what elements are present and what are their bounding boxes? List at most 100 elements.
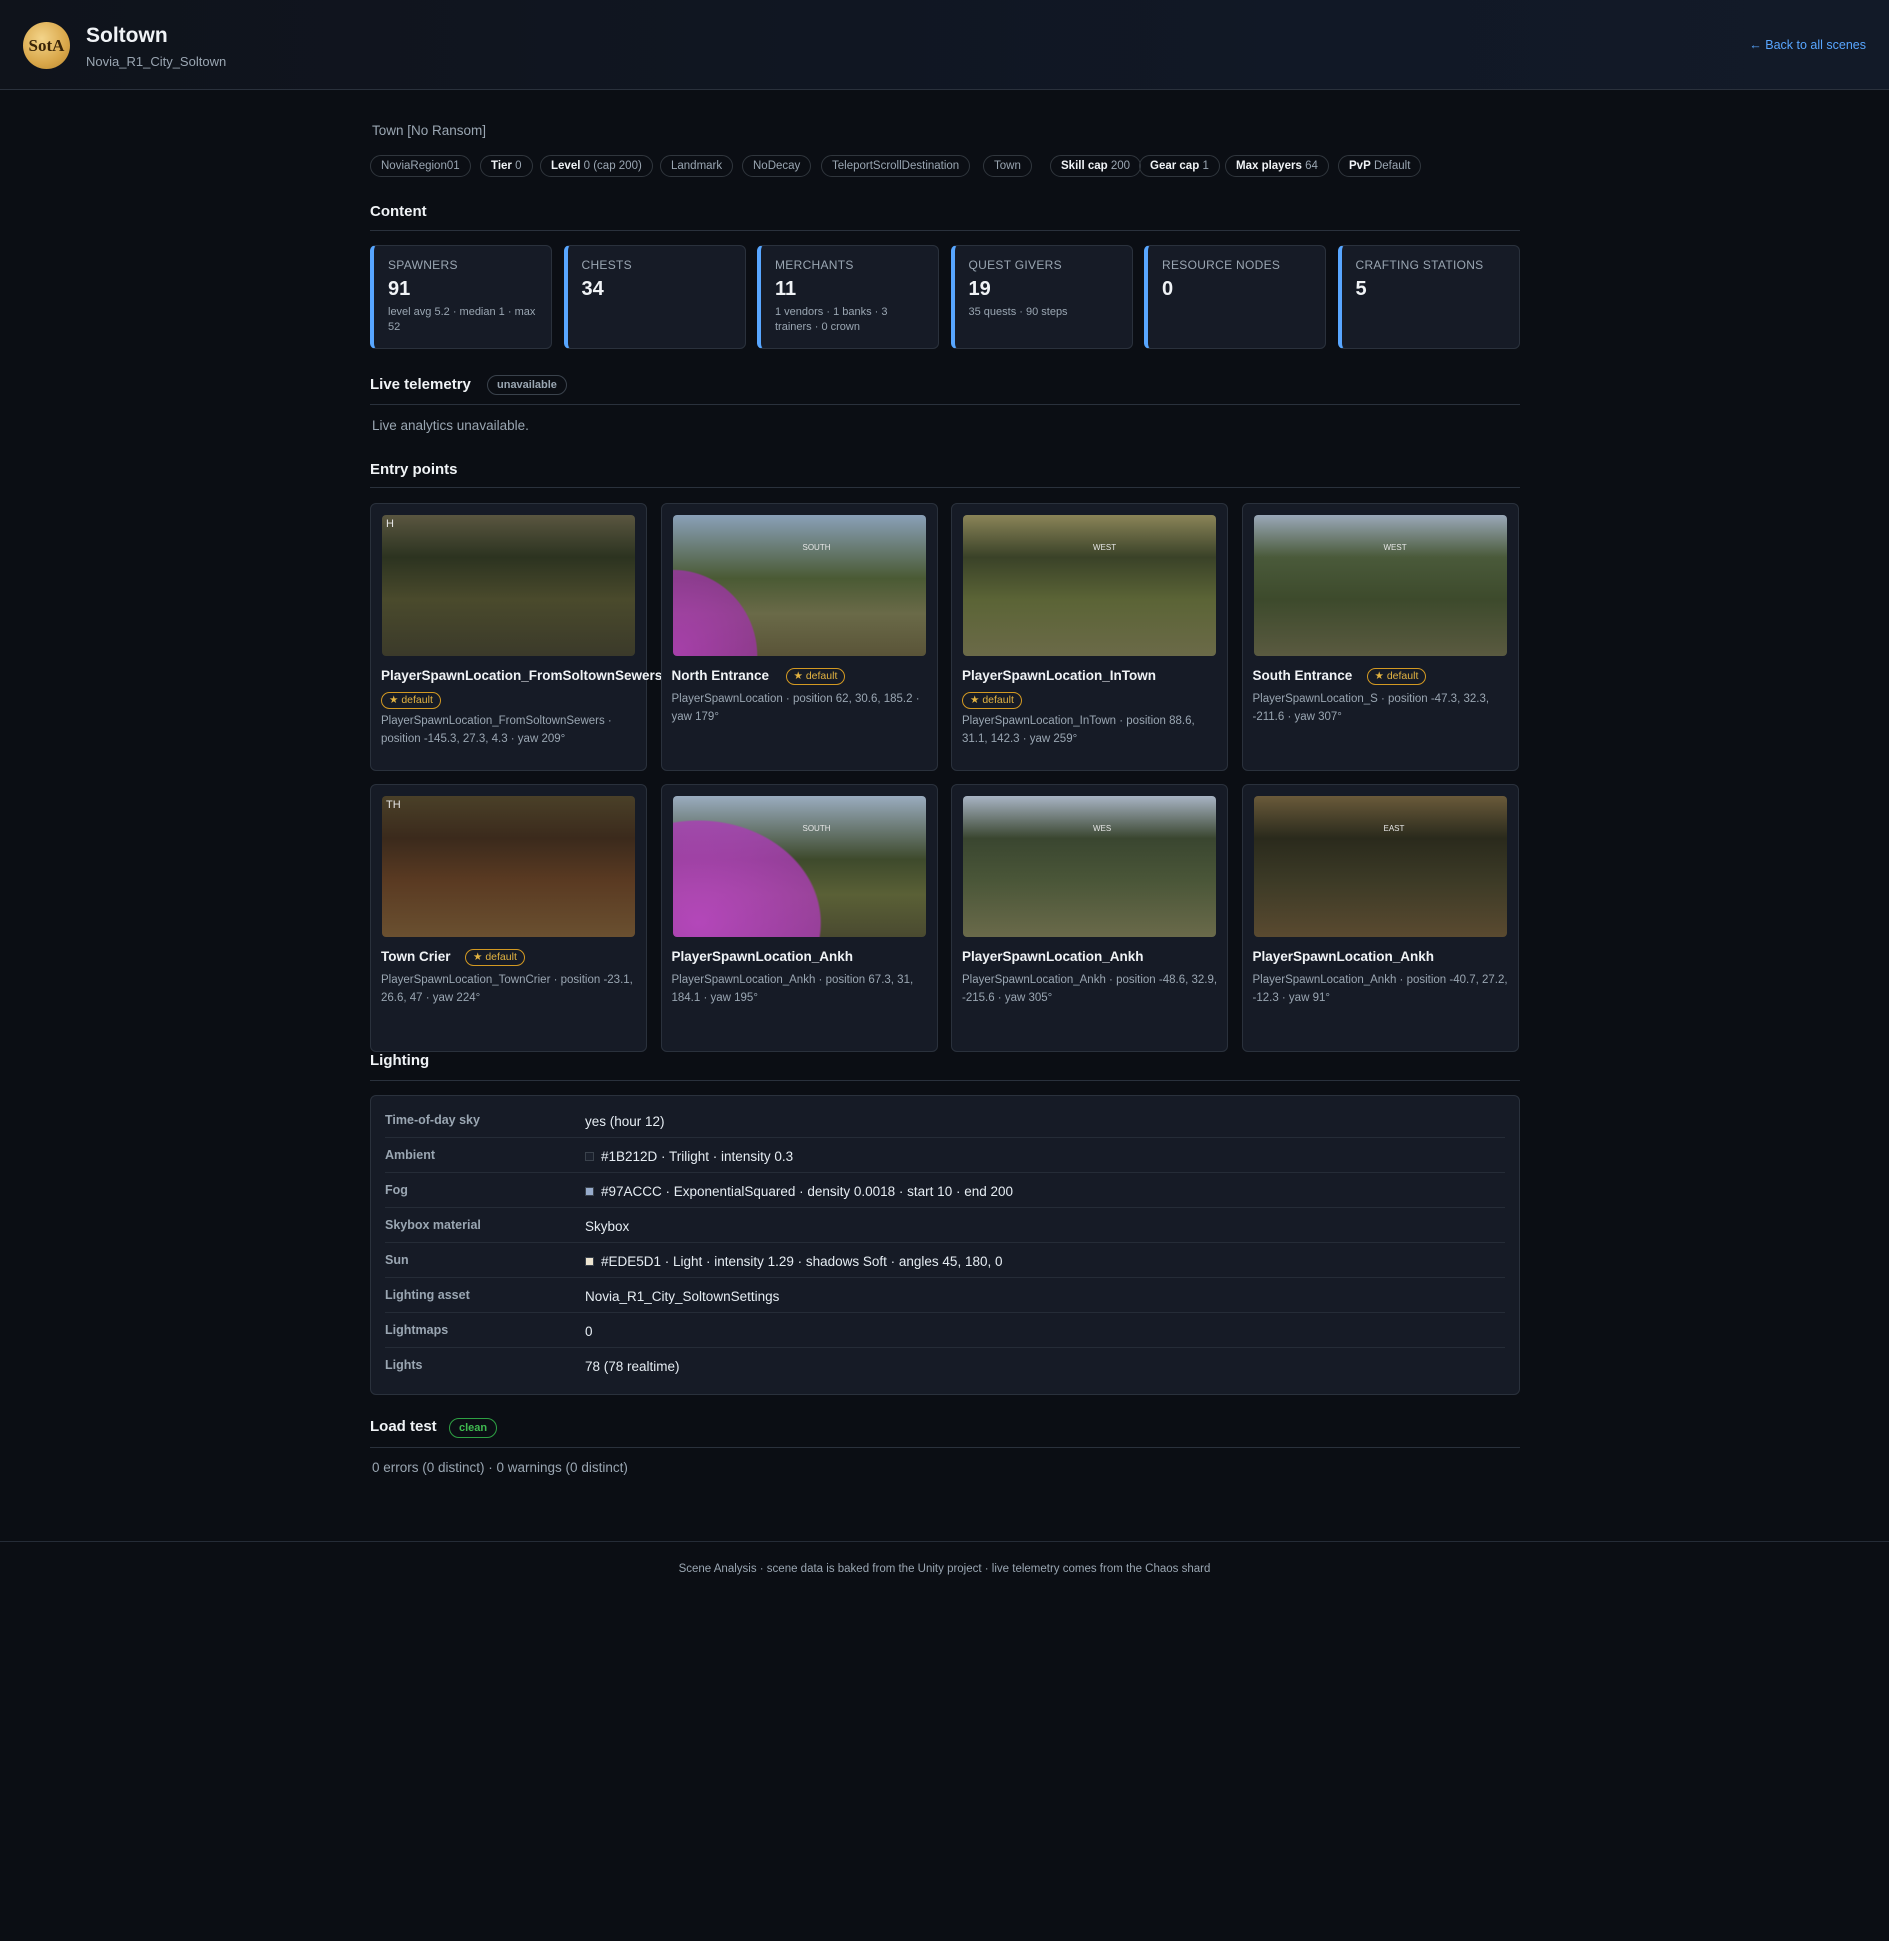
lighting-heading: Lighting <box>370 1052 430 1069</box>
lighting-key: Sun <box>385 1253 409 1267</box>
thumbnail-compass-text: WEST <box>1383 543 1407 552</box>
scene-tag: Max players 64 <box>1225 155 1329 177</box>
entry-point-thumbnail: EAST <box>1253 796 1507 937</box>
entry-point-card[interactable]: WES PlayerSpawnLocation_Ankh PlayerSpawnLo… <box>951 784 1228 1052</box>
stat-value: 0 <box>1162 278 1174 300</box>
scene-tag: Tier 0 <box>480 155 533 177</box>
tag-value: NoDecay <box>753 160 801 172</box>
lighting-row: Ambient #1B212D · Trilight · intensity 0.… <box>385 1138 1505 1173</box>
lighting-table: Time-of-day sky yes (hour 12) Ambient #1B21… <box>370 1095 1520 1395</box>
scene-tag: TeleportScrollDestination <box>821 155 971 177</box>
lighting-value: #1B212D · Trilight · intensity 0.3 <box>585 1149 793 1164</box>
stat-detail: 35 quests · 90 steps <box>968 306 1068 318</box>
stat-card-quest-givers: QUEST GIVERS 19 35 quests · 90 steps <box>950 245 1133 349</box>
lighting-row: Lighting asset Novia_R1_City_SoltownSetti… <box>385 1278 1505 1313</box>
scene-tag: Town <box>983 155 1032 177</box>
stat-label: QUEST GIVERS <box>968 258 1062 272</box>
stat-card-crafting-stations: CRAFTING STATIONS 5 <box>1337 245 1520 349</box>
stat-label: MERCHANTS <box>775 258 854 272</box>
entry-point-card[interactable]: EAST PlayerSpawnLocation_Ankh PlayerSpawnL… <box>1241 784 1519 1052</box>
lighting-key: Skybox material <box>385 1218 481 1232</box>
lighting-key: Ambient <box>385 1148 435 1162</box>
telemetry-divider <box>370 404 1520 405</box>
entry-point-meta: PlayerSpawnLocation_Ankh · position -48.… <box>962 974 1218 1004</box>
lighting-row: Skybox material Skybox <box>385 1208 1505 1243</box>
entry-point-card[interactable]: SOUTH PlayerSpawnLocation_Ankh PlayerSpawn… <box>660 784 938 1052</box>
tag-value: NoviaRegion01 <box>381 160 460 172</box>
lighting-key: Lighting asset <box>385 1288 470 1302</box>
entry-point-thumbnail: SOUTH <box>672 796 926 937</box>
stat-card-resource-nodes: RESOURCE NODES 0 <box>1144 245 1326 349</box>
entry-point-name: PlayerSpawnLocation_Ankh <box>1252 949 1435 964</box>
lighting-row: Sun #EDE5D1 · Light · intensity 1.29 · sh… <box>385 1243 1505 1278</box>
entry-point-name: PlayerSpawnLocation_Ankh <box>962 949 1144 964</box>
content-heading: Content <box>370 203 427 220</box>
load-test-heading: Load test <box>370 1418 437 1435</box>
default-badge: ★ default <box>785 668 846 685</box>
scene-tag: NoDecay <box>742 155 812 177</box>
tag-key: Tier <box>491 160 512 172</box>
entry-point-thumbnail: WEST <box>963 515 1216 656</box>
tag-value: 0 <box>515 160 522 172</box>
scene-tag: Gear cap 1 <box>1139 155 1220 177</box>
scene-tag: NoviaRegion01 <box>370 155 471 177</box>
stat-label: CHESTS <box>581 258 632 272</box>
entry-point-name: PlayerSpawnLocation_FromSoltownSewers <box>381 668 663 683</box>
tag-value: 200 <box>1110 160 1131 172</box>
stat-label: SPAWNERS <box>388 258 458 272</box>
entry-point-meta: PlayerSpawnLocation_Ankh · position 67.3… <box>671 974 914 1004</box>
tag-value: 1 <box>1202 160 1209 172</box>
entry-point-name: South Entrance <box>1252 668 1353 683</box>
lighting-row: Time-of-day sky yes (hour 12) <box>385 1103 1505 1138</box>
entry-point-card[interactable]: TH Town Crier ★ default PlayerSpawnLocation… <box>370 784 647 1052</box>
telemetry-heading: Live telemetry <box>370 376 471 393</box>
thumbnail-compass-text: SOUTH <box>802 543 831 552</box>
back-to-scenes-link[interactable]: ← Back to all scenes <box>1749 38 1866 52</box>
lighting-value: 0 <box>585 1324 593 1339</box>
telemetry-status-badge: unavailable <box>487 375 567 395</box>
thumbnail-compass-text: WEST <box>1093 543 1117 552</box>
load-test-divider <box>370 1447 1520 1448</box>
lighting-value: Skybox <box>585 1219 630 1234</box>
entry-point-meta: PlayerSpawnLocation_TownCrier · position… <box>381 974 633 1004</box>
entry-point-card[interactable]: H PlayerSpawnLocation_FromSoltownSewers ★ … <box>370 503 662 771</box>
stat-value: 11 <box>775 278 797 300</box>
entry-point-card[interactable]: WEST PlayerSpawnLocation_InTown ★ default P… <box>951 503 1228 771</box>
tag-key: Skill cap <box>1061 160 1108 172</box>
entry-point-meta: PlayerSpawnLocation_FromSoltownSewers · … <box>381 715 612 745</box>
stat-value: 34 <box>581 278 604 300</box>
lighting-row: Lights 78 (78 realtime) <box>385 1348 1505 1383</box>
stat-card-merchants: MERCHANTS 11 1 vendors · 1 banks · 3 train… <box>757 245 939 349</box>
page-title: Soltown <box>86 24 168 47</box>
lighting-value: #97ACCC · ExponentialSquared · density 0… <box>585 1184 1013 1199</box>
tag-value: 64 <box>1305 160 1318 172</box>
thumbnail-compass-text: WES <box>1093 824 1112 833</box>
lighting-value: yes (hour 12) <box>585 1114 665 1129</box>
content-divider <box>370 230 1520 231</box>
entry-point-meta: PlayerSpawnLocation_InTown · position 88… <box>962 715 1195 745</box>
sota-logo: SotA <box>23 22 70 69</box>
load-test-message: 0 errors (0 distinct) · 0 warnings (0 di… <box>372 1460 628 1475</box>
default-badge: ★ default <box>381 692 441 709</box>
scene-tag: Level 0 (cap 200) <box>540 155 653 177</box>
tag-value: TeleportScrollDestination <box>832 160 960 172</box>
entry-point-card[interactable]: WEST South Entrance ★ default PlayerSpawnLo… <box>1241 503 1519 771</box>
lighting-key: Time-of-day sky <box>385 1113 480 1127</box>
lighting-value: 78 (78 realtime) <box>585 1359 680 1374</box>
thumbnail-compass-text: TH <box>386 799 401 811</box>
page-header: SotA Soltown Novia_R1_City_Soltown ← Bac… <box>0 0 1889 90</box>
tag-key: Gear cap <box>1150 160 1200 172</box>
stat-value: 5 <box>1355 278 1367 300</box>
stat-card-spawners: SPAWNERS 91 level avg 5.2 · median 1 · max… <box>370 245 552 349</box>
lighting-key: Fog <box>385 1183 408 1197</box>
default-badge: ★ default <box>962 692 1022 709</box>
entry-point-thumbnail: WES <box>963 796 1216 937</box>
entry-point-name: PlayerSpawnLocation_InTown <box>962 668 1157 683</box>
entry-point-name: North Entrance <box>671 668 770 683</box>
telemetry-message: Live analytics unavailable. <box>372 418 529 433</box>
tag-key: Max players <box>1236 160 1302 172</box>
entry-point-card[interactable]: SOUTH North Entrance ★ default PlayerSpawnL… <box>660 503 938 771</box>
color-swatch <box>585 1187 594 1196</box>
scene-tags: NoviaRegion01 Tier 0 Level 0 (cap 200) Land… <box>370 155 1520 179</box>
default-badge: ★ default <box>1366 668 1427 685</box>
